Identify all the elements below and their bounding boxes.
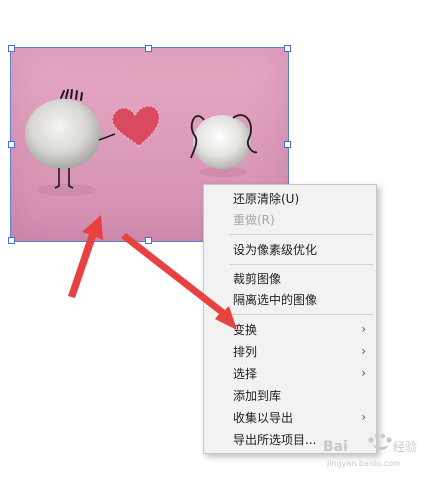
resize-handle-top[interactable] xyxy=(145,45,152,52)
menu-item-redo: 重做(R) xyxy=(204,210,376,230)
menu-item-arrange[interactable]: 排列 › xyxy=(204,342,376,362)
menu-item-label: 设为像素级优化 xyxy=(233,243,318,257)
chevron-right-icon: › xyxy=(361,344,366,358)
menu-item-transform[interactable]: 变换 › xyxy=(204,320,376,340)
menu-item-undo-clear[interactable]: 还原清除(U) xyxy=(204,189,376,209)
menu-item-select[interactable]: 选择 › xyxy=(204,364,376,384)
left-pebble-arm xyxy=(98,133,116,141)
menu-item-label: 添加到库 xyxy=(233,389,282,403)
resize-handle-bottom[interactable] xyxy=(145,237,152,244)
menu-item-label: 变换 xyxy=(233,323,258,337)
resize-handle-top-left[interactable] xyxy=(8,45,15,52)
left-pebble-hair xyxy=(60,89,83,101)
menu-separator xyxy=(229,234,373,235)
svg-text:经验: 经验 xyxy=(393,439,417,454)
menu-item-collect-for-export[interactable]: 收集以导出 › xyxy=(204,408,376,428)
svg-text:jingyan.baidu.com: jingyan.baidu.com xyxy=(326,459,401,468)
menu-item-isolate-image[interactable]: 隔离选中的图像 xyxy=(204,290,376,310)
chevron-right-icon: › xyxy=(361,410,366,424)
menu-item-label: 排列 xyxy=(233,345,258,359)
baidu-jingyan-watermark: Bai 经验 jingyan.baidu.com xyxy=(323,433,417,468)
chevron-right-icon: › xyxy=(361,366,366,380)
left-pebble xyxy=(25,99,101,169)
menu-item-label: 重做(R) xyxy=(233,213,275,227)
resize-handle-bottom-left[interactable] xyxy=(8,237,15,244)
menu-separator xyxy=(229,264,373,265)
right-pebble xyxy=(193,115,251,169)
menu-item-label: 导出所选项目... xyxy=(233,433,317,447)
menu-item-label: 选择 xyxy=(233,367,258,381)
heart-shape xyxy=(112,106,160,146)
chevron-right-icon: › xyxy=(361,322,366,336)
resize-handle-top-right[interactable] xyxy=(284,45,291,52)
menu-item-crop-image[interactable]: 裁剪图像 xyxy=(204,269,376,289)
left-pebble-shadow xyxy=(36,184,96,196)
menu-separator xyxy=(229,314,373,315)
svg-text:Bai: Bai xyxy=(323,439,348,455)
menu-item-label: 裁剪图像 xyxy=(233,272,282,286)
menu-item-label: 隔离选中的图像 xyxy=(233,293,318,307)
menu-item-label: 还原清除(U) xyxy=(233,192,300,206)
menu-item-add-to-library[interactable]: 添加到库 xyxy=(204,386,376,406)
context-menu: 还原清除(U) 重做(R) 设为像素级优化 裁剪图像 隔离选中的图像 变换 › … xyxy=(203,184,377,454)
resize-handle-right[interactable] xyxy=(284,141,291,148)
menu-item-pixel-optimize[interactable]: 设为像素级优化 xyxy=(204,240,376,260)
menu-item-label: 收集以导出 xyxy=(233,411,294,425)
resize-handle-left[interactable] xyxy=(8,141,15,148)
